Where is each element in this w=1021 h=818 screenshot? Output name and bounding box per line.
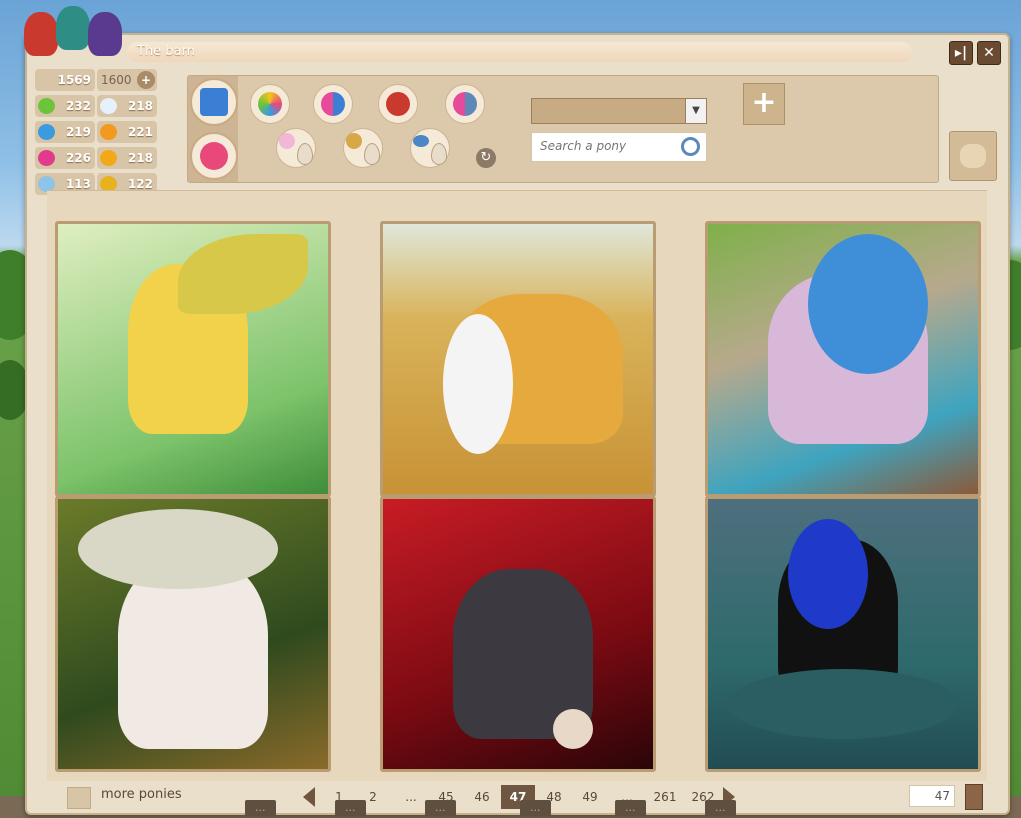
mood-value: 226 <box>65 151 91 165</box>
filter-unicorn[interactable] <box>276 128 316 168</box>
ring-heart-icon <box>386 92 410 116</box>
goblet-icon <box>346 133 362 149</box>
chevron-down-icon[interactable]: ▼ <box>685 99 706 123</box>
bg-nav-button[interactable]: ... <box>520 800 551 816</box>
energy-max-value: 1600 <box>101 73 132 87</box>
pony-card[interactable] <box>705 496 981 772</box>
stat-cleanliness: 218 <box>97 147 157 169</box>
star-icon <box>200 142 228 170</box>
window-title: The barn <box>137 44 195 59</box>
bg-nav-button[interactable]: ... <box>705 800 736 816</box>
minimize-button[interactable]: ▸| <box>949 41 973 65</box>
move-pony-button[interactable] <box>949 131 997 181</box>
gender-icon <box>321 92 345 116</box>
pony-wing <box>178 234 308 314</box>
pony-wing <box>78 509 278 589</box>
stat-health: 232 <box>35 95 95 117</box>
page-49[interactable]: 49 <box>575 785 605 809</box>
filter-breed[interactable] <box>445 84 485 124</box>
refresh-icon[interactable]: ↻ <box>476 148 496 168</box>
logo-red-pony <box>24 12 58 56</box>
page-46[interactable]: 46 <box>467 785 497 809</box>
unicorn-icon <box>279 133 295 149</box>
search-icon[interactable] <box>681 137 700 156</box>
eye-icon <box>413 135 429 147</box>
cleanliness-value: 218 <box>127 151 153 165</box>
energy-value: 1569 <box>57 73 91 87</box>
filter-panel: ↻ ▼ + <box>187 75 939 183</box>
stat-thirst: 219 <box>35 121 95 143</box>
bg-nav-button[interactable]: ... <box>425 800 456 816</box>
more-ponies-label: more ponies <box>101 787 182 802</box>
bg-nav-button[interactable]: ... <box>335 800 366 816</box>
tab-folder[interactable] <box>190 78 238 126</box>
go-to-page-button[interactable] <box>965 784 983 810</box>
filter-love[interactable] <box>378 84 418 124</box>
logo-teal-pony <box>56 6 90 50</box>
pony-mane <box>788 519 868 629</box>
filter-trophy[interactable] <box>343 128 383 168</box>
stat-mood: 226 <box>35 147 95 169</box>
pony-folder-icon <box>960 144 986 168</box>
filter-eye[interactable] <box>410 128 450 168</box>
add-button[interactable]: + <box>743 83 785 125</box>
pony-card[interactable] <box>55 221 331 497</box>
drop-icon <box>364 143 380 165</box>
logo-purple-pony <box>88 12 122 56</box>
apple-icon <box>38 98 55 114</box>
filter-gender[interactable] <box>313 84 353 124</box>
page-261[interactable]: 261 <box>647 785 683 809</box>
stat-energy: 1569 <box>35 69 95 91</box>
pony-grid <box>47 190 987 781</box>
close-button[interactable]: ✕ <box>977 41 1001 65</box>
pony-card[interactable] <box>55 496 331 772</box>
thirst-value: 219 <box>65 125 91 139</box>
more-ponies-checkbox[interactable] <box>67 787 91 809</box>
game-logo[interactable] <box>24 6 124 62</box>
fatigue-value: 221 <box>127 125 153 139</box>
sea-serpent <box>728 669 958 739</box>
add-energy-button[interactable]: + <box>137 71 155 89</box>
flame-icon <box>100 124 117 140</box>
pony-card[interactable] <box>380 496 656 772</box>
shoes-value: 122 <box>127 177 153 191</box>
folder-star-icon <box>200 88 228 116</box>
drop-icon <box>297 143 313 165</box>
paw-icon <box>100 150 117 166</box>
filter-color[interactable] <box>250 84 290 124</box>
palette-icon <box>258 92 282 116</box>
heart-icon <box>38 150 55 166</box>
stat-fatigue: 221 <box>97 121 157 143</box>
cloud-icon <box>100 98 117 114</box>
health-value: 232 <box>65 99 91 113</box>
hunger-value: 218 <box>127 99 153 113</box>
bg-nav-button[interactable]: ... <box>245 800 276 816</box>
tab-favorites[interactable] <box>190 132 238 180</box>
pony-mane <box>443 314 513 454</box>
hygiene-value: 113 <box>65 177 91 191</box>
bg-nav-button[interactable]: ... <box>615 800 646 816</box>
title-bar: The barn <box>127 42 912 62</box>
pony-card[interactable] <box>380 221 656 497</box>
barn-window: The barn ▸| ✕ 1569 1600 + 232 218 219 22… <box>25 33 1010 815</box>
stat-energy-max: 1600 + <box>97 69 157 91</box>
search-input[interactable] <box>538 138 682 154</box>
pony-card[interactable] <box>705 221 981 497</box>
page-ellipsis: ... <box>405 790 417 804</box>
water-drops-icon <box>38 124 55 140</box>
prev-page-arrow-icon[interactable] <box>303 787 315 807</box>
skull-decoration <box>553 709 593 749</box>
category-select[interactable]: ▼ <box>531 98 707 124</box>
pony-wing <box>808 234 928 374</box>
page-number-input[interactable] <box>909 785 955 807</box>
search-box[interactable] <box>531 132 707 162</box>
pony-pair-icon <box>453 92 477 116</box>
stat-hunger: 218 <box>97 95 157 117</box>
drop-icon <box>431 143 447 165</box>
